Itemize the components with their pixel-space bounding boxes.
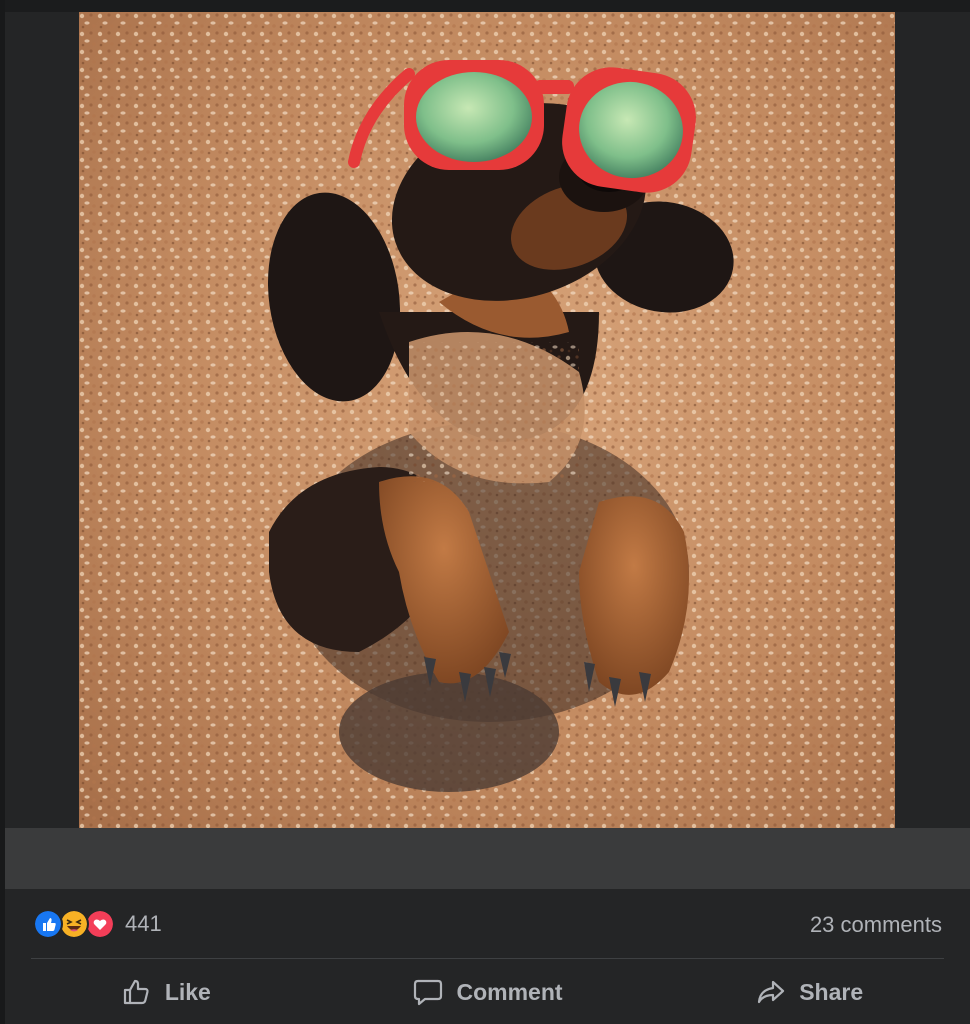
thumbs-up-icon	[123, 979, 149, 1005]
like-button[interactable]: Like	[5, 960, 327, 1024]
love-reaction-icon	[85, 909, 115, 939]
reaction-count: 441	[125, 911, 162, 936]
comment-bubble-icon	[414, 979, 443, 1006]
post-media-area	[5, 12, 970, 828]
post-stats: 441 23 comments	[5, 889, 970, 959]
like-reaction-icon	[33, 909, 63, 939]
comment-label: Comment	[456, 978, 563, 1005]
actions-divider	[31, 958, 944, 959]
caption-bar	[5, 828, 970, 889]
feed-post: 441 23 comments Like Comment Share	[5, 0, 970, 1024]
share-label: Share	[799, 978, 864, 1005]
comments-count-link[interactable]: 23 comments	[810, 912, 942, 938]
like-label: Like	[164, 978, 211, 1005]
comment-button[interactable]: Comment	[327, 960, 649, 1024]
post-photo[interactable]	[79, 12, 895, 828]
haha-reaction-icon	[59, 909, 89, 939]
post-actions: Like Comment Share	[5, 960, 970, 1024]
share-button[interactable]: Share	[648, 960, 970, 1024]
reactions-summary[interactable]: 441	[33, 908, 162, 940]
dog-in-sand-image	[79, 12, 895, 828]
share-arrow-icon	[758, 980, 785, 1004]
post-top-edge	[5, 0, 970, 12]
